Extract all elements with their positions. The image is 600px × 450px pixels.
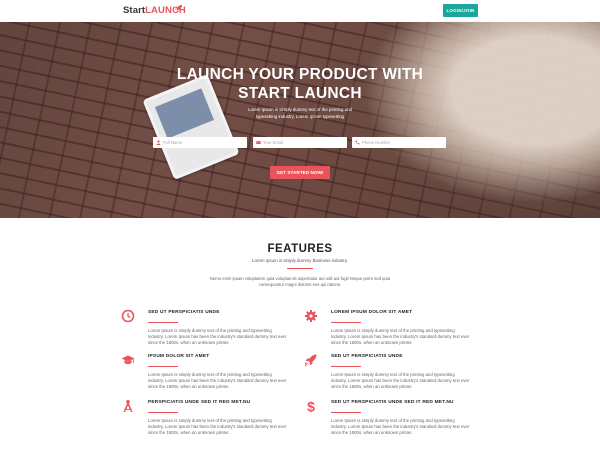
rocket-icon [304, 354, 317, 367]
feature-item: $ SED UT PERSPICIATIS UNDE SED IT RED ME… [307, 399, 471, 437]
phone-icon [355, 140, 360, 145]
feature-item: SED UT PERSPICIATIS UNDE Lorem Ipsum is … [121, 309, 288, 347]
full-name-field[interactable]: Full Name [153, 137, 247, 148]
top-navbar: StartLAUNCH LOGIN/JOIN [0, 0, 600, 22]
feature-body: Lorem Ipsum is simply dummy text of the … [148, 328, 287, 346]
feature-title: SED UT PERSPICIATIS UNDE SED IT RED MET.… [331, 400, 454, 405]
dollar-icon: $ [307, 399, 315, 413]
feature-title: LOREM IPSUM DOLOR SIT AMET [331, 310, 413, 315]
email-placeholder: Your Email [263, 140, 284, 145]
clock-icon [121, 309, 135, 323]
hero-title: LAUNCH YOUR PRODUCT WITH START LAUNCH [130, 65, 470, 103]
graduation-cap-icon [121, 355, 135, 365]
feature-divider [148, 366, 178, 367]
feature-item: PERSPICIATIS UNDE SED IT RED MET.NU Lore… [123, 400, 288, 437]
full-name-placeholder: Full Name [163, 140, 183, 145]
feature-divider [331, 412, 361, 413]
hero-background-photo [340, 22, 600, 218]
login-join-button[interactable]: LOGIN/JOIN [443, 4, 478, 17]
feature-title: SED UT PERSPICIATIS UNDE [148, 310, 220, 315]
feature-divider [331, 366, 361, 367]
feature-item: LOREM IPSUM DOLOR SIT AMET Lorem Ipsum i… [305, 310, 471, 347]
feature-item: IPSUM DOLOR SIT AMET Lorem Ipsum is simp… [121, 354, 288, 391]
hero-subtitle: Lorem Ipsum is simply dummy text of the … [248, 107, 352, 119]
get-started-button[interactable]: GET STARTED NOW! [270, 166, 330, 179]
phone-placeholder: Phone Number [362, 140, 391, 145]
user-icon [156, 140, 161, 145]
envelope-icon [256, 140, 261, 144]
phone-field[interactable]: Phone Number [352, 137, 446, 148]
feature-body: Lorem Ipsum is simply dummy text of the … [148, 372, 287, 390]
feature-divider [148, 412, 178, 413]
feature-title: SED UT PERSPICIATIS UNDE [331, 354, 403, 359]
feature-item: SED UT PERSPICIATIS UNDE Lorem Ipsum is … [304, 354, 471, 391]
feature-title: IPSUM DOLOR SIT AMET [148, 354, 210, 359]
rocket-logo-icon [174, 4, 183, 13]
hero-title-line-1: LAUNCH YOUR PRODUCT WITH [176, 66, 424, 83]
email-field[interactable]: Your Email [253, 137, 347, 148]
hero-title-line-2: START LAUNCH [238, 85, 362, 102]
hero-section [0, 22, 600, 218]
gear-icon [305, 310, 317, 322]
compass-icon [123, 400, 133, 412]
logo-start-text: Start [123, 5, 146, 16]
feature-body: Lorem Ipsum is simply dummy text of the … [331, 418, 470, 436]
features-subtitle: Lorem Ipsum is simply dummy Business ind… [252, 258, 348, 263]
svg-text:$: $ [307, 399, 315, 413]
feature-divider [148, 322, 178, 323]
feature-body: Lorem Ipsum is simply dummy text of the … [331, 372, 470, 390]
feature-title: PERSPICIATIS UNDE SED IT RED MET.NU [148, 400, 251, 405]
features-divider [287, 268, 313, 269]
feature-body: Lorem Ipsum is simply dummy text of the … [331, 328, 470, 346]
feature-divider [331, 322, 361, 323]
features-description: Nemo enim ipsam voluptatem quia voluptas… [209, 276, 391, 287]
feature-body: Lorem Ipsum is simply dummy text of the … [148, 418, 287, 436]
features-title: FEATURES [267, 243, 333, 255]
